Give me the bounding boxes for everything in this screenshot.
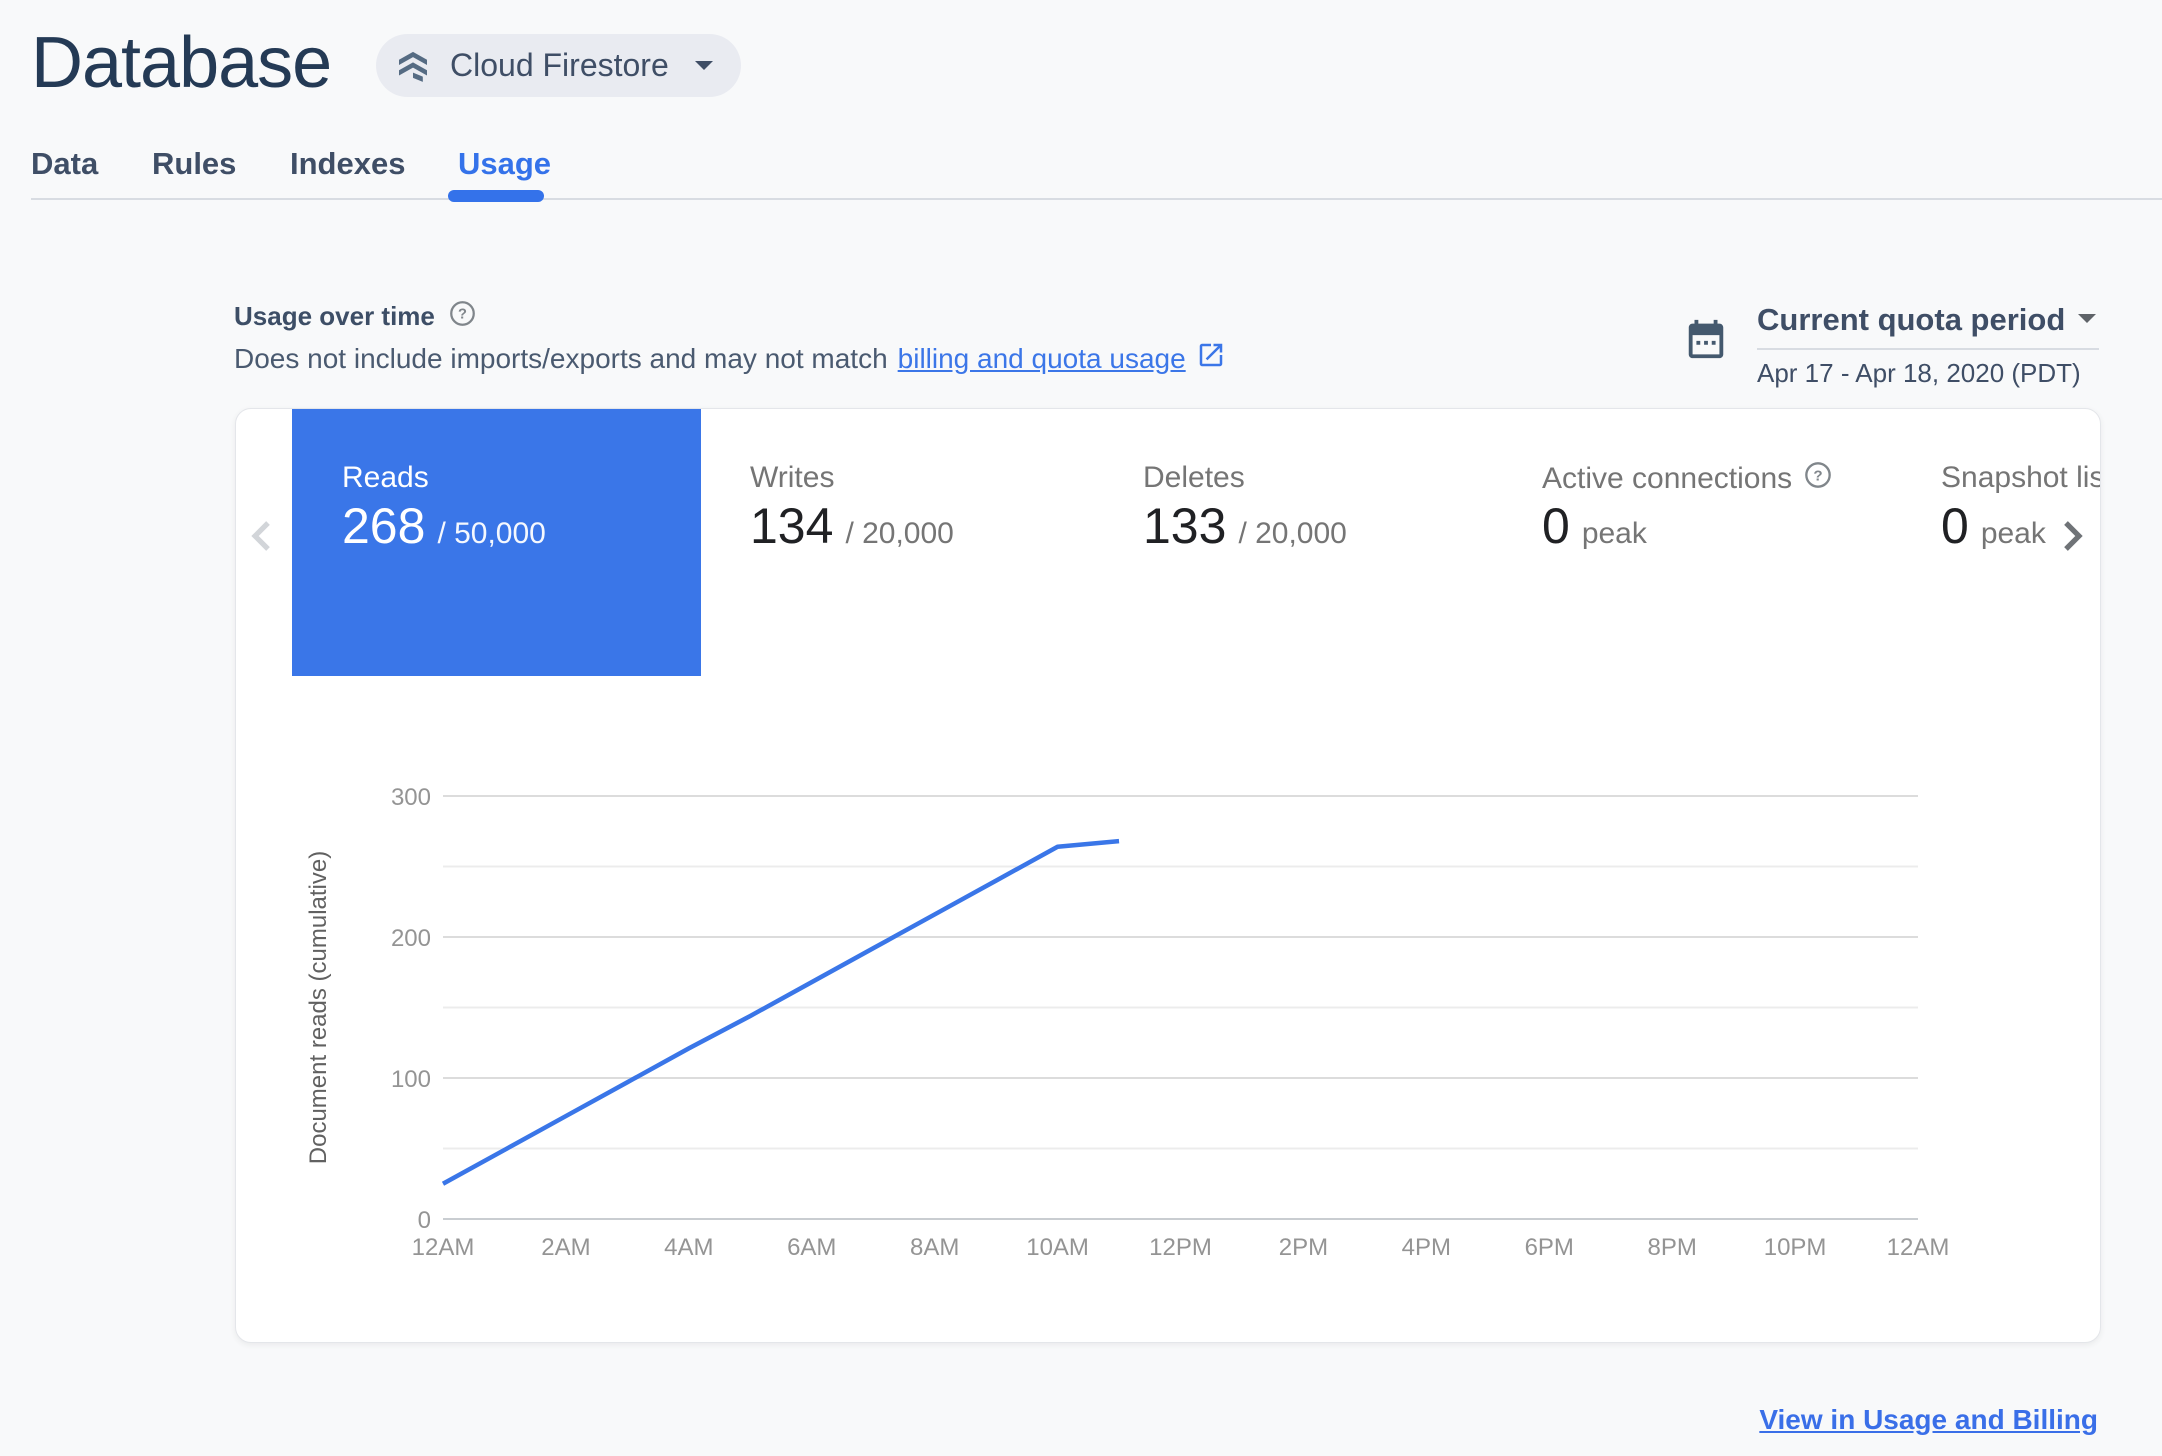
svg-text:10AM: 10AM	[1026, 1234, 1089, 1261]
tab-indexes[interactable]: Indexes	[290, 146, 405, 182]
firestore-icon	[392, 43, 434, 88]
metric-peak-label: peak	[1980, 517, 2046, 550]
metric-label: Active connections	[1542, 462, 1793, 495]
product-selector-label: Cloud Firestore	[450, 47, 669, 83]
page-title: Database	[31, 23, 332, 103]
caret-down-icon	[2075, 312, 2099, 331]
metric-label: Writes	[750, 461, 835, 494]
metric-quota: / 20,000	[845, 517, 954, 550]
metric-card-reads[interactable]: Reads 268 / 50,000	[292, 409, 701, 676]
tab-data[interactable]: Data	[31, 146, 98, 182]
metric-value: 0	[1941, 498, 1969, 554]
help-icon[interactable]: ?	[449, 300, 476, 332]
usage-panel: Reads 268 / 50,000 Writes 134 / 20,000 D…	[235, 408, 2101, 1343]
help-icon[interactable]: ?	[1804, 461, 1832, 497]
svg-text:2AM: 2AM	[541, 1234, 590, 1261]
chevron-right-icon[interactable]	[2048, 512, 2096, 560]
metric-label: Reads	[342, 461, 429, 494]
metric-value: 268	[342, 498, 426, 554]
svg-text:8PM: 8PM	[1647, 1234, 1696, 1261]
svg-text:12AM: 12AM	[412, 1234, 475, 1261]
metric-value: 134	[750, 498, 834, 554]
metric-label: Snapshot listeners	[1941, 461, 2100, 494]
usage-over-time-title: Usage over time	[234, 300, 435, 331]
svg-text:12AM: 12AM	[1887, 1234, 1950, 1261]
svg-text:?: ?	[458, 307, 467, 323]
svg-text:6AM: 6AM	[787, 1234, 836, 1261]
usage-subtitle-text: Does not include imports/exports and may…	[234, 342, 888, 374]
chevron-left-icon[interactable]	[238, 512, 286, 560]
svg-text:?: ?	[1814, 467, 1823, 484]
tab-usage[interactable]: Usage	[458, 146, 551, 182]
tab-bar-divider	[31, 198, 2162, 200]
metric-value: 0	[1542, 498, 1570, 554]
billing-quota-link[interactable]: billing and quota usage	[898, 343, 1186, 375]
product-selector[interactable]: Cloud Firestore	[376, 34, 741, 97]
caret-down-icon	[693, 59, 715, 73]
svg-text:0: 0	[418, 1207, 431, 1234]
metric-card-writes[interactable]: Writes 134 / 20,000	[750, 409, 1150, 676]
metric-value: 133	[1143, 498, 1227, 554]
metric-quota: / 20,000	[1238, 517, 1347, 550]
svg-text:8AM: 8AM	[910, 1234, 959, 1261]
svg-text:2PM: 2PM	[1279, 1234, 1328, 1261]
metric-quota: / 50,000	[437, 517, 546, 550]
svg-text:100: 100	[391, 1066, 431, 1093]
quota-period-selector[interactable]: Current quota period Apr 17 - Apr 18, 20…	[1683, 302, 2099, 389]
usage-subtitle: Does not include imports/exports and may…	[234, 340, 1226, 377]
tab-bar: Data Rules Indexes Usage	[0, 140, 2162, 202]
svg-text:10PM: 10PM	[1764, 1234, 1827, 1261]
view-usage-billing-link[interactable]: View in Usage and Billing	[1759, 1404, 2098, 1436]
quota-period-label: Current quota period	[1757, 302, 2066, 337]
metric-label: Deletes	[1143, 461, 1245, 494]
active-tab-indicator	[448, 190, 544, 202]
svg-text:6PM: 6PM	[1525, 1234, 1574, 1261]
metric-peak-label: peak	[1581, 517, 1647, 550]
svg-text:12PM: 12PM	[1149, 1234, 1212, 1261]
open-in-new-icon[interactable]	[1196, 340, 1226, 377]
firestore-usage-page: Database Cloud Firestore Data Rules Inde…	[0, 0, 2162, 1456]
calendar-icon	[1683, 302, 1729, 389]
svg-text:200: 200	[391, 925, 431, 952]
tab-rules[interactable]: Rules	[152, 146, 236, 182]
svg-text:4PM: 4PM	[1402, 1234, 1451, 1261]
metric-card-deletes[interactable]: Deletes 133 / 20,000	[1143, 409, 1543, 676]
svg-text:4AM: 4AM	[664, 1234, 713, 1261]
svg-text:300: 300	[391, 784, 431, 811]
quota-period-range: Apr 17 - Apr 18, 2020 (PDT)	[1757, 358, 2081, 388]
metric-card-active-connections[interactable]: Active connections ? 0 peak	[1542, 409, 1942, 676]
svg-text:Document reads (cumulative): Document reads (cumulative)	[305, 851, 332, 1164]
